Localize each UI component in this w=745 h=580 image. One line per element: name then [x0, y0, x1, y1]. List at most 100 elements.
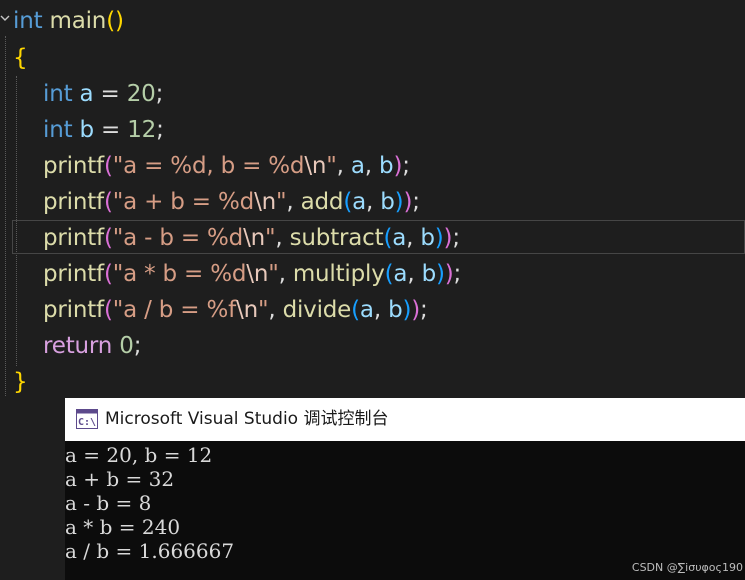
console-title: Microsoft Visual Studio 调试控制台 — [105, 409, 389, 429]
code-line[interactable]: printf("a * b = %d\n", multiply(a, b)); — [43, 256, 461, 292]
code-token: a — [350, 153, 365, 179]
code-token: ) — [393, 153, 403, 179]
console-output-line: a - b = 8 — [65, 491, 152, 515]
code-token: a — [392, 225, 407, 251]
console-titlebar[interactable]: C:\ Microsoft Visual Studio 调试控制台 — [65, 398, 745, 441]
code-token: \n — [304, 153, 327, 179]
code-token: multiply — [292, 261, 385, 287]
code-token: , — [373, 297, 389, 323]
code-token: b — [388, 297, 403, 323]
code-token: ; — [155, 81, 164, 107]
code-line[interactable]: int main() — [13, 3, 124, 39]
code-token: = — [93, 117, 128, 143]
code-line[interactable]: printf("a + b = %d\n", add(a, b)); — [43, 184, 420, 220]
code-token: \n — [243, 225, 266, 251]
code-token: b — [421, 261, 437, 287]
code-token: ) — [402, 297, 412, 323]
code-token: ( — [343, 189, 353, 215]
code-line[interactable]: { — [13, 40, 28, 76]
code-token: ) — [411, 297, 421, 323]
code-token: 0 — [119, 333, 134, 359]
code-token: "a / b = %f — [112, 297, 237, 323]
code-token: \n — [236, 297, 258, 323]
code-token: \n — [254, 189, 276, 215]
code-token: , — [286, 189, 301, 215]
code-token: return — [43, 333, 113, 359]
debug-console-window[interactable]: C:\ Microsoft Visual Studio 调试控制台 a = 20… — [65, 398, 745, 580]
code-token: ) — [435, 261, 445, 287]
code-token: ; — [156, 117, 164, 143]
code-token: ; — [412, 189, 420, 215]
code-token: divide — [282, 297, 352, 323]
code-token: printf — [43, 225, 104, 251]
code-line[interactable]: printf("a = %d, b = %d\n", a, b); — [43, 148, 410, 184]
code-token: 20 — [126, 81, 156, 107]
code-token: ( — [103, 297, 113, 323]
code-token: subtract — [289, 225, 384, 251]
code-token: , — [406, 225, 421, 251]
code-line[interactable]: int a = 20; — [43, 76, 163, 112]
code-token: b — [380, 189, 395, 215]
console-output-line: a = 20, b = 12 — [65, 443, 213, 467]
code-token: add — [300, 189, 344, 215]
svg-text:C:\: C:\ — [78, 417, 96, 428]
code-token: printf — [43, 261, 104, 287]
code-token: ) — [403, 189, 413, 215]
console-output-line: a + b = 32 — [65, 467, 175, 491]
code-token: " — [326, 153, 337, 179]
code-token: ; — [402, 153, 410, 179]
code-line[interactable]: int b = 12; — [43, 112, 164, 148]
code-token: int — [43, 81, 73, 107]
code-token: a — [79, 81, 94, 107]
code-token: printf — [43, 153, 104, 179]
code-token: b — [379, 153, 394, 179]
chevron-down-icon[interactable] — [0, 11, 10, 25]
code-token: ) — [443, 225, 453, 251]
code-editor[interactable]: int main(){int a = 20; int b = 12; printf(… — [0, 0, 745, 400]
code-token: \n — [246, 261, 269, 287]
code-token: } — [13, 369, 28, 395]
code-token: "a - b = %d — [112, 225, 244, 251]
code-token: ( — [383, 225, 393, 251]
code-token: ; — [453, 261, 462, 287]
code-token: { — [13, 45, 28, 71]
code-line[interactable]: printf("a / b = %f\n", divide(a, b)); — [43, 292, 428, 328]
code-token: ( — [103, 189, 113, 215]
code-token: () — [106, 8, 124, 34]
code-token: printf — [43, 297, 104, 323]
console-app-icon: C:\ — [76, 409, 98, 429]
code-token: , — [336, 153, 351, 179]
code-token: , — [366, 189, 381, 215]
watermark: CSDN @∑iσυφος190 — [631, 561, 743, 574]
code-token: a — [393, 261, 408, 287]
code-line[interactable]: return 0; — [43, 328, 141, 364]
code-token: int — [43, 117, 73, 143]
code-token: , — [275, 225, 290, 251]
code-token: "a = %d, b = %d — [112, 153, 305, 179]
code-token: , — [407, 261, 422, 287]
code-token: " — [268, 261, 279, 287]
code-token: ( — [103, 261, 113, 287]
code-token: 12 — [127, 117, 157, 143]
code-token: , — [364, 153, 380, 179]
code-token: a — [352, 189, 367, 215]
code-token: "a + b = %d — [112, 189, 255, 215]
code-token: ( — [103, 225, 113, 251]
code-token: " — [257, 297, 269, 323]
code-token: b — [420, 225, 435, 251]
indent-guide — [5, 36, 6, 396]
code-token: ; — [452, 225, 460, 251]
code-token: ) — [434, 225, 444, 251]
code-token: , — [268, 297, 283, 323]
code-line[interactable]: } — [13, 364, 28, 400]
code-token: " — [265, 225, 276, 251]
code-token: ; — [133, 333, 142, 359]
code-token: ; — [420, 297, 428, 323]
code-token: a — [359, 297, 374, 323]
code-token: = — [93, 81, 127, 107]
code-token: printf — [43, 189, 104, 215]
code-line[interactable]: printf("a - b = %d\n", subtract(a, b)); — [43, 220, 460, 256]
